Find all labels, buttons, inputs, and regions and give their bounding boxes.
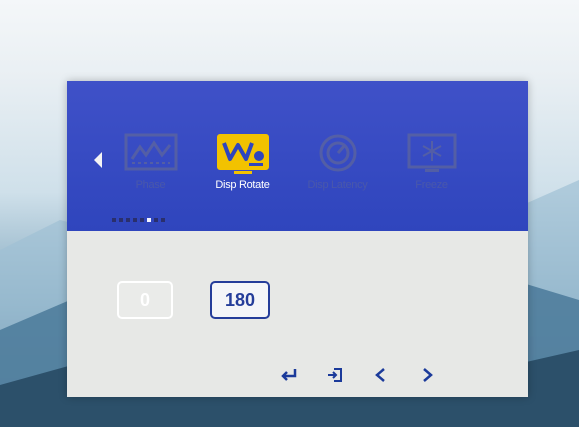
osd-menu: Phase Disp Rotate Disp Latency Freeze 0 … <box>67 81 528 397</box>
left-arrow-icon[interactable] <box>371 365 391 385</box>
key-hint-bar <box>279 365 437 385</box>
page-dot-active <box>147 218 151 222</box>
exit-icon[interactable] <box>325 365 345 385</box>
menu-item-disp-rotate[interactable]: Disp Rotate <box>195 133 290 191</box>
enter-icon[interactable] <box>279 365 299 385</box>
page-dot <box>126 218 130 222</box>
rotate-monitor-icon <box>216 134 269 174</box>
option-label: 0 <box>139 289 150 310</box>
menu-item-freeze[interactable]: Freeze <box>384 133 479 191</box>
option-label: 180 <box>224 289 256 310</box>
menu-header: Phase Disp Rotate Disp Latency Freeze <box>67 81 528 231</box>
page-dot <box>161 218 165 222</box>
rotate-option-0[interactable]: 0 <box>117 281 173 319</box>
right-arrow-icon[interactable] <box>417 365 437 385</box>
page-dot <box>133 218 137 222</box>
page-dot <box>140 218 144 222</box>
rotate-option-180[interactable]: 180 <box>210 281 270 319</box>
page-indicator <box>112 218 165 222</box>
page-dot <box>112 218 116 222</box>
phase-wave-icon <box>124 133 177 171</box>
menu-item-phase[interactable]: Phase <box>103 133 198 191</box>
latency-gauge-icon <box>319 134 356 172</box>
freeze-snowflake-icon <box>407 133 456 172</box>
menu-item-disp-latency[interactable]: Disp Latency <box>290 133 385 191</box>
menu-item-label: Disp Rotate <box>215 179 270 191</box>
menu-item-label: Phase <box>135 179 166 191</box>
menu-item-label: Freeze <box>415 179 448 191</box>
menu-item-label: Disp Latency <box>307 179 368 191</box>
nav-left-arrow-icon[interactable] <box>94 152 102 168</box>
page-dot <box>119 218 123 222</box>
page-dot <box>154 218 158 222</box>
